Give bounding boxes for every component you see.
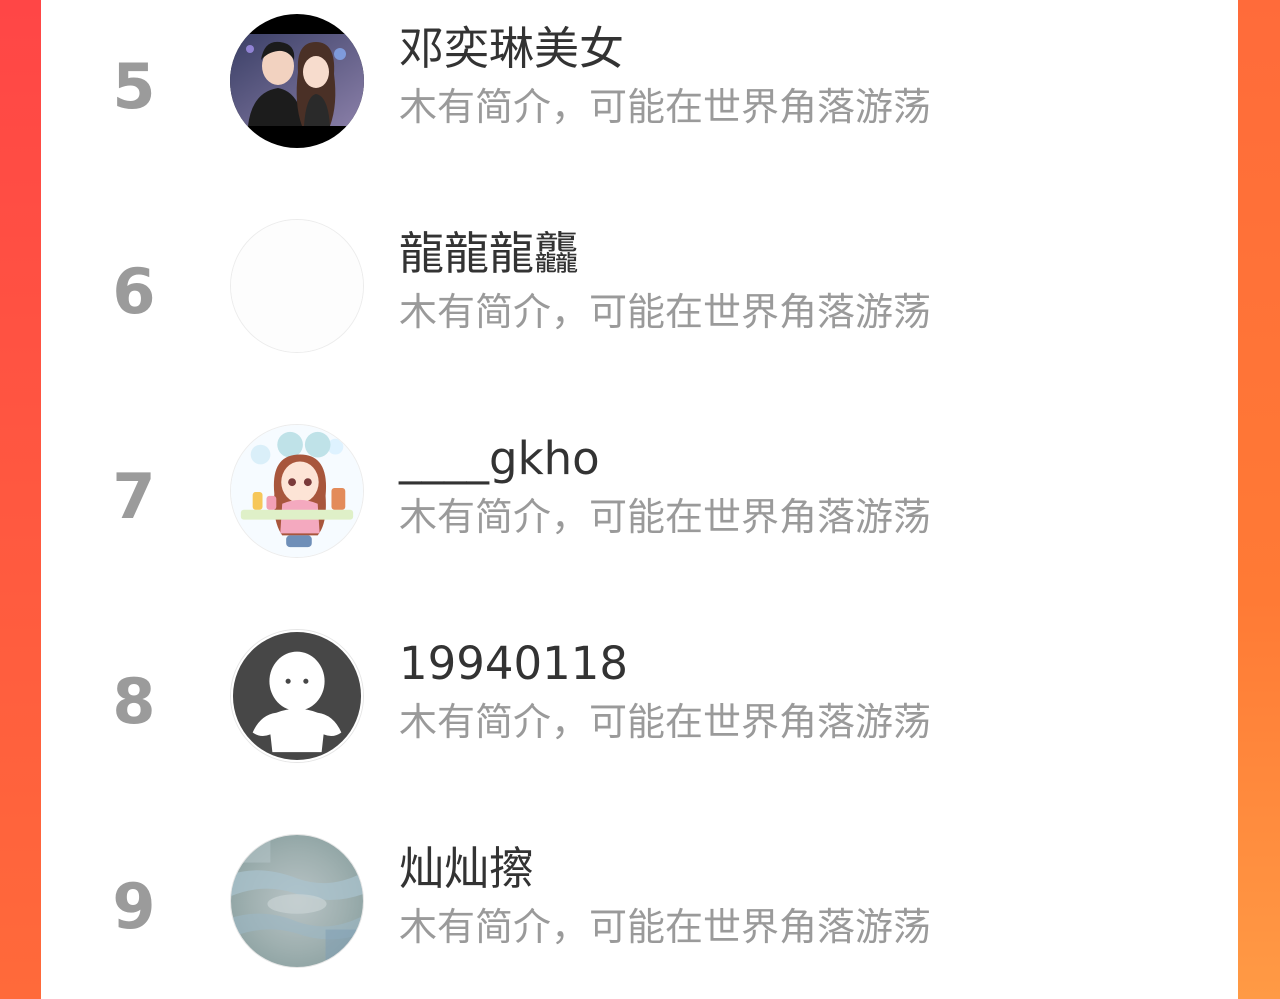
right-background-strip [1238, 0, 1280, 999]
user-name: 邓奕琳美女 [399, 22, 625, 75]
rank-number: 5 [112, 50, 156, 123]
blank-avatar[interactable] [230, 219, 364, 353]
user-name: 19940118 [399, 637, 629, 690]
anime-girl-avatar[interactable] [230, 424, 364, 558]
user-name: ____gkho [399, 432, 600, 485]
water-ripple-avatar[interactable] [230, 834, 364, 968]
ranking-list: 5 邓奕琳美女 木有简介，可能在世界角落游荡 6 龍龍龍龘 木有简介，可能在世界… [41, 0, 1238, 999]
rank-number: 6 [112, 255, 156, 328]
ranking-row-7[interactable]: 7 ____gkho 木有简介，可能在世界角落游荡 [41, 390, 1238, 595]
blank-avatar-icon [231, 220, 363, 352]
user-name: 灿灿擦 [399, 842, 535, 895]
user-description: 木有简介，可能在世界角落游荡 [399, 700, 932, 744]
ranking-row-8[interactable]: 8 19940118 木有简介，可能在世界角落游荡 [41, 595, 1238, 800]
user-description: 木有简介，可能在世界角落游荡 [399, 290, 932, 334]
ranking-row-5[interactable]: 5 邓奕琳美女 木有简介，可能在世界角落游荡 [41, 0, 1238, 185]
rank-number: 7 [112, 460, 156, 533]
anime-girl-icon [231, 425, 363, 557]
user-description: 木有简介，可能在世界角落游荡 [399, 85, 932, 129]
rank-number: 8 [112, 665, 156, 738]
rank-number: 9 [112, 870, 156, 943]
couple-photo-avatar[interactable] [230, 14, 364, 148]
user-description: 木有简介，可能在世界角落游荡 [399, 905, 932, 949]
user-name: 龍龍龍龘 [399, 227, 580, 280]
ranking-row-9[interactable]: 9 灿灿擦 木有简介，可能在世界角落游荡 [41, 800, 1238, 999]
default-person-avatar[interactable] [230, 629, 364, 763]
couple-photo-icon [230, 14, 364, 148]
default-person-icon [231, 630, 363, 762]
ranking-row-6[interactable]: 6 龍龍龍龘 木有简介，可能在世界角落游荡 [41, 185, 1238, 390]
water-ripple-icon [231, 835, 363, 967]
user-description: 木有简介，可能在世界角落游荡 [399, 495, 932, 539]
left-background-strip [0, 0, 41, 999]
